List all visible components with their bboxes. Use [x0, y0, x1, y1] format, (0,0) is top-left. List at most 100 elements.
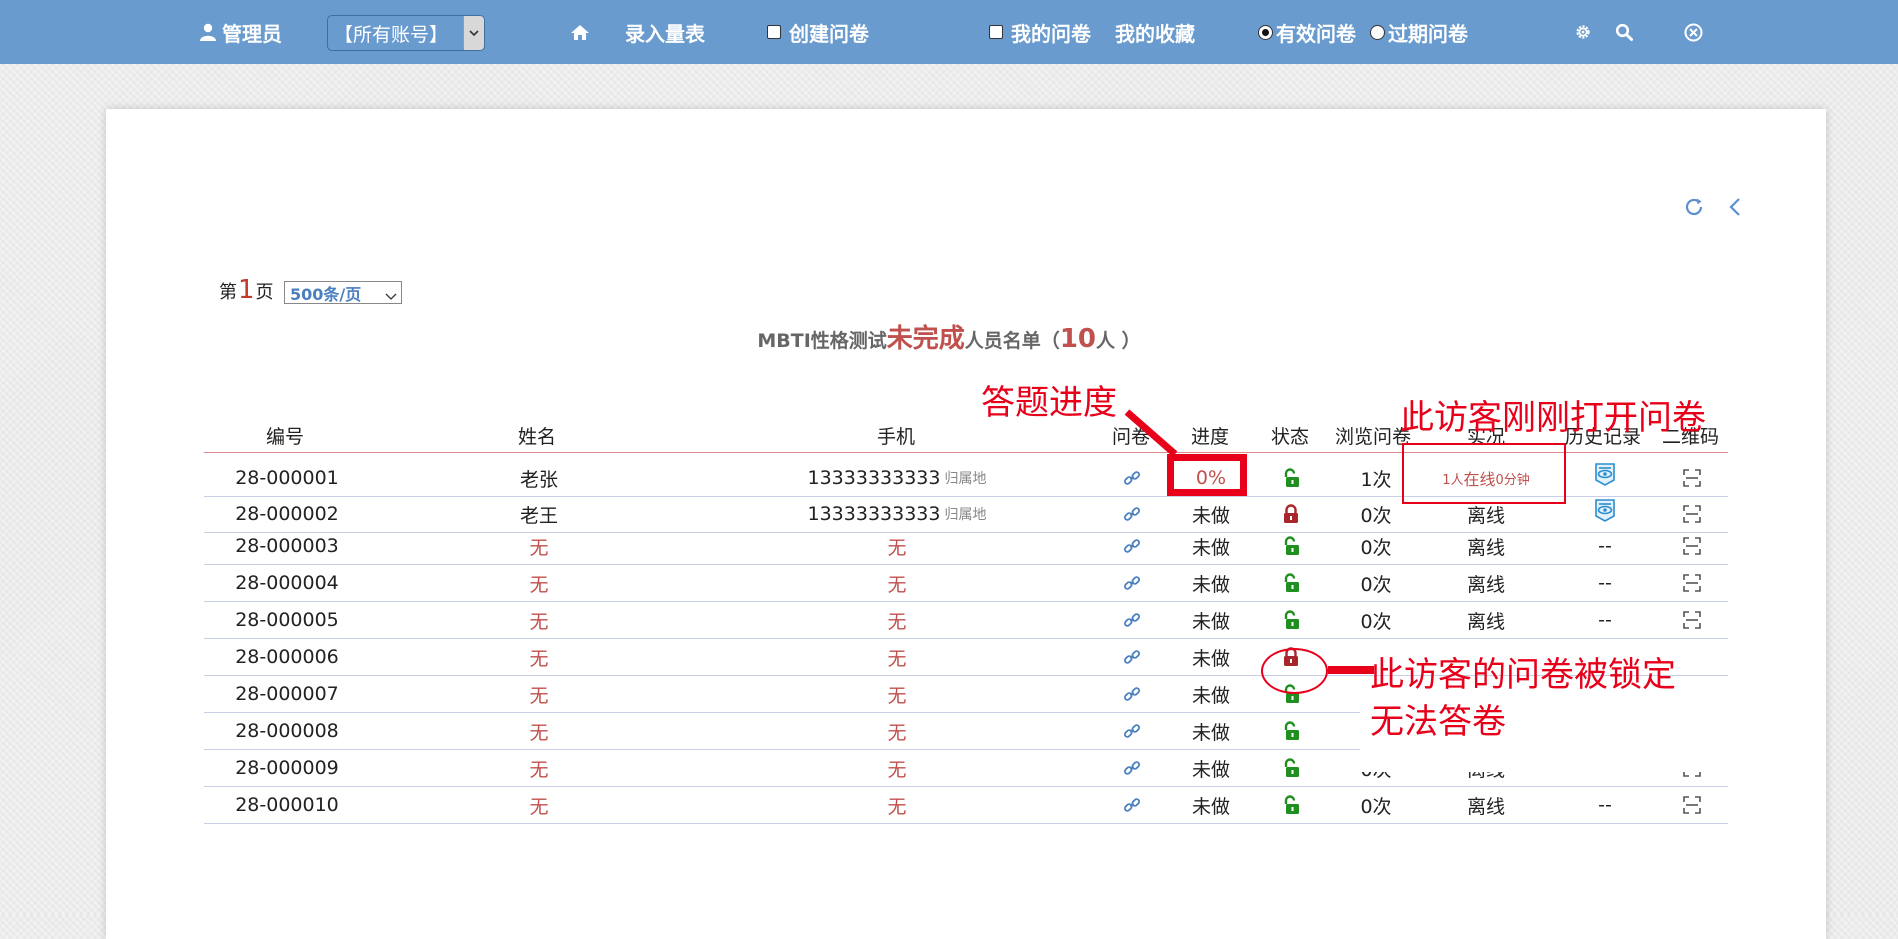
top-nav-bar: 管理员 【所有账号】 录入量表 创建问卷 我的问卷 我的收藏 有效问卷 过期问卷	[0, 0, 1898, 64]
incomplete-label: 未完成	[886, 324, 965, 354]
valid-surveys-option[interactable]: 有效问卷	[1258, 0, 1356, 64]
my-favorites-link[interactable]: 我的收藏	[1115, 0, 1195, 64]
row-id: 28-000009	[235, 757, 339, 779]
qr-code-icon[interactable]	[1572, 602, 1812, 638]
row-id: 28-000001	[235, 467, 339, 489]
refresh-icon[interactable]	[1683, 196, 1705, 222]
row-phone-value: 无	[887, 758, 907, 781]
row-id: 28-000003	[235, 535, 339, 557]
row-phone-value: 无	[887, 573, 907, 596]
admin-user[interactable]: 管理员	[200, 0, 282, 64]
table-row: 28-000005 无无未做 0次 离线 --	[204, 602, 1728, 639]
survey-name: MBTI性格测试	[757, 330, 887, 352]
row-id: 28-000004	[235, 572, 339, 594]
close-circle-icon[interactable]	[1684, 0, 1703, 64]
home-icon[interactable]	[570, 0, 590, 64]
row-id: 28-000006	[235, 646, 339, 668]
row-phone-value: 13333333333	[807, 467, 941, 489]
row-name: 老张	[519, 468, 558, 491]
annotation-lock-line	[1328, 666, 1374, 674]
row-phone-location[interactable]: 归属地	[944, 504, 986, 524]
row-phone-value: 无	[887, 536, 907, 559]
page-suffix: 页	[255, 282, 274, 303]
table-row: 28-000010 无无未做 0次 离线 --	[204, 787, 1728, 824]
chevron-down-icon	[463, 16, 484, 50]
row-name: 无	[529, 647, 549, 670]
row-phone: 无	[777, 676, 1017, 712]
row-phone: 无	[777, 750, 1017, 786]
list-title-mid: 人员名单（	[964, 330, 1060, 352]
page-prefix: 第	[219, 282, 237, 303]
col-header-id: 编号	[266, 426, 305, 448]
valid-surveys-label: 有效问卷	[1276, 21, 1356, 46]
valid-surveys-radio[interactable]	[1258, 24, 1273, 40]
create-survey-toggle[interactable]: 创建问卷	[767, 0, 869, 64]
list-title: MBTI性格测试未完成人员名单（10人 ）	[0, 318, 1898, 355]
col-header-phone: 手机	[877, 426, 916, 448]
nav-entry-scale[interactable]: 录入量表	[625, 0, 705, 64]
expired-surveys-option[interactable]: 过期问卷	[1370, 0, 1468, 64]
row-name: 无	[529, 536, 549, 559]
annotation-locked-line2: 无法答卷	[1370, 702, 1506, 742]
annotation-online: 此访客刚刚打开问卷	[1400, 398, 1706, 438]
annotation-online-box	[1402, 443, 1566, 504]
row-phone: 无	[777, 528, 1017, 564]
row-phone-value: 无	[887, 684, 907, 707]
qr-code-icon[interactable]	[1572, 565, 1812, 601]
row-phone-value: 无	[887, 721, 907, 744]
per-page-value: 500条/页	[290, 284, 362, 304]
row-id: 28-000010	[235, 794, 339, 816]
row-phone-location[interactable]: 归属地	[944, 468, 986, 488]
per-page-select[interactable]: 500条/页	[284, 281, 402, 304]
table-row: 28-000003 无无未做 0次 离线 --	[204, 528, 1728, 565]
row-name: 无	[529, 610, 549, 633]
row-phone-value: 13333333333	[807, 503, 941, 525]
list-title-end: 人 ）	[1096, 330, 1141, 352]
settings-gear-icon[interactable]	[1574, 0, 1592, 64]
my-surveys-toggle[interactable]: 我的问卷	[989, 0, 1091, 64]
row-phone: 无	[777, 639, 1017, 675]
col-header-progress: 进度	[1191, 426, 1230, 448]
qr-code-icon[interactable]	[1572, 787, 1812, 823]
row-name: 无	[529, 795, 549, 818]
row-name: 无	[529, 684, 549, 707]
row-id: 28-000002	[235, 503, 339, 525]
person-count: 10	[1059, 324, 1096, 354]
search-icon[interactable]	[1615, 0, 1633, 64]
row-phone-value: 无	[887, 610, 907, 633]
annotation-progress-box	[1167, 454, 1247, 496]
create-survey-checkbox[interactable]	[767, 25, 781, 39]
col-header-name: 姓名	[518, 426, 557, 448]
qr-code-icon[interactable]	[1572, 460, 1812, 496]
row-name: 无	[529, 573, 549, 596]
row-name: 无	[529, 721, 549, 744]
my-surveys-label: 我的问卷	[1011, 21, 1091, 46]
account-select[interactable]: 【所有账号】	[327, 15, 485, 51]
user-label: 管理员	[222, 21, 282, 46]
row-phone-value: 无	[887, 647, 907, 670]
row-phone: 无	[777, 565, 1017, 601]
user-icon	[200, 23, 216, 41]
annotation-locked-line1: 此访客的问卷被锁定	[1370, 655, 1676, 695]
annotation-progress: 答题进度	[981, 383, 1117, 423]
chevron-down-icon	[385, 286, 397, 305]
create-survey-label: 创建问卷	[789, 21, 869, 46]
qr-code-icon[interactable]	[1572, 496, 1812, 532]
expired-surveys-radio[interactable]	[1370, 24, 1385, 40]
qr-code-icon[interactable]	[1572, 528, 1812, 564]
page-indicator: 第 1 页	[219, 275, 274, 305]
row-phone: 无	[777, 602, 1017, 638]
row-phone: 无	[777, 713, 1017, 749]
row-id: 28-000005	[235, 609, 339, 631]
row-name: 无	[529, 758, 549, 781]
row-phone: 无	[777, 787, 1017, 823]
page-number: 1	[238, 275, 255, 305]
my-surveys-checkbox[interactable]	[989, 25, 1003, 39]
row-phone-value: 无	[887, 795, 907, 818]
table-row: 28-000004 无无未做 0次 离线 --	[204, 565, 1728, 602]
row-name: 老王	[519, 504, 558, 527]
annotation-lock-circle	[1261, 648, 1328, 694]
row-id: 28-000008	[235, 720, 339, 742]
row-phone: 13333333333 归属地	[777, 460, 1017, 496]
back-chevron-icon[interactable]	[1728, 196, 1742, 222]
